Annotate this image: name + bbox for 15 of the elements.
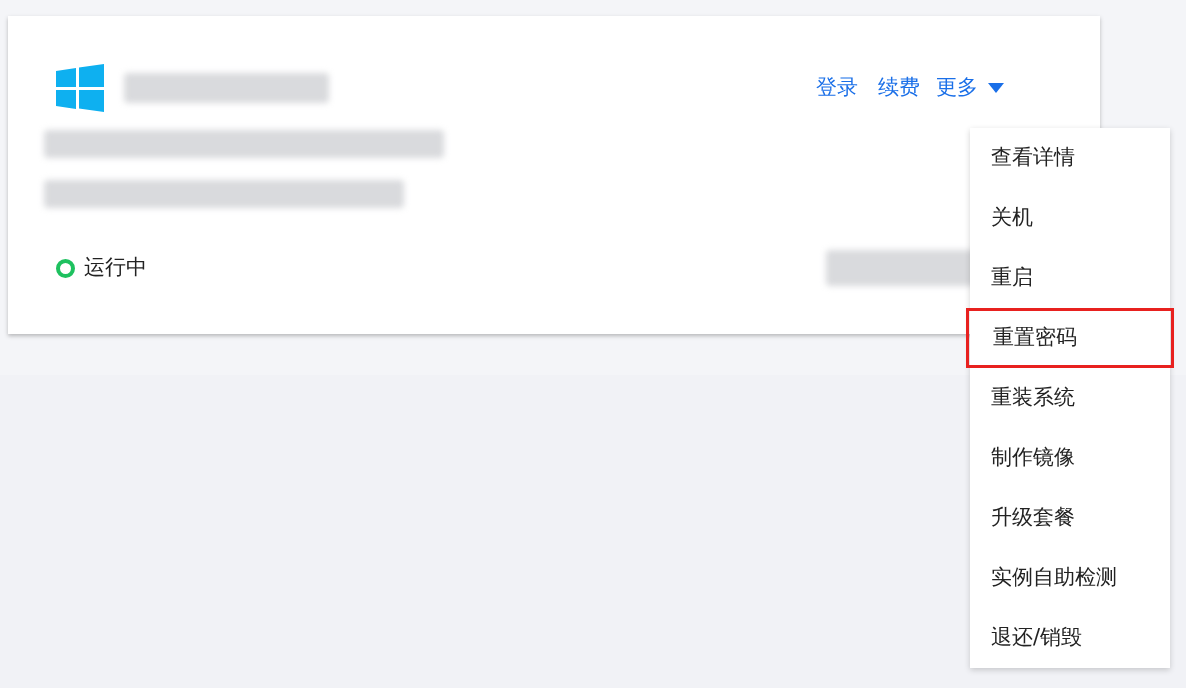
caret-icon [988,83,1004,93]
menu-item[interactable]: 重置密码 [966,308,1174,368]
windows-logo-icon [56,64,104,112]
menu-item[interactable]: 重启 [970,248,1170,308]
menu-item[interactable]: 查看详情 [970,128,1170,188]
menu-item[interactable]: 升级套餐 [970,488,1170,548]
menu-item[interactable]: 制作镜像 [970,428,1170,488]
action-link[interactable]: 登录 [816,72,858,104]
menu-item[interactable]: 重装系统 [970,368,1170,428]
menu-item[interactable]: 退还/销毁 [970,608,1170,668]
menu-item[interactable]: 实例自助检测 [970,548,1170,608]
menu-item[interactable]: 关机 [970,188,1170,248]
more-dropdown[interactable]: 更多 [936,72,1004,104]
status-text: 运行中 [84,254,147,282]
action-link[interactable]: 续费 [878,72,920,104]
